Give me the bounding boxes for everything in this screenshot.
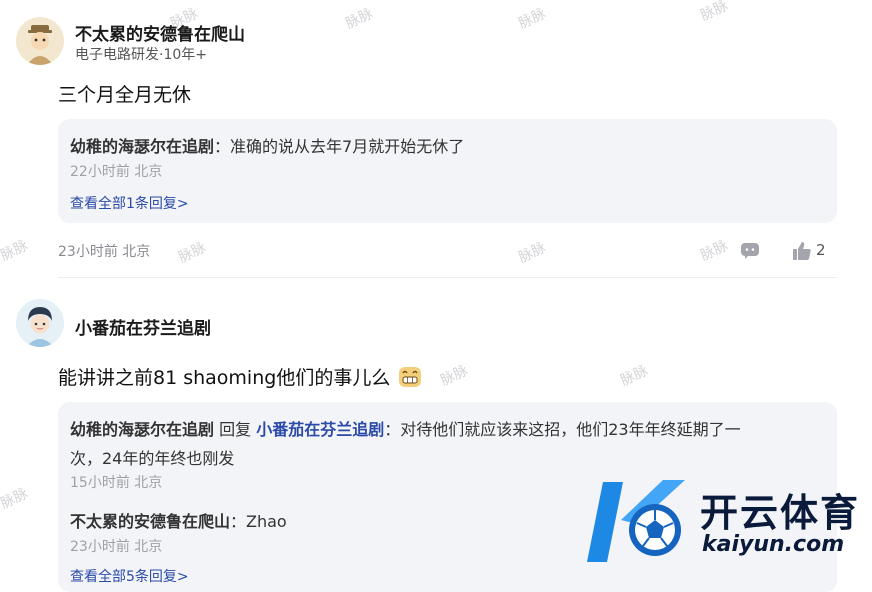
watermark: 脉脉 bbox=[0, 237, 31, 265]
reply-text: ：准确的说从去年7月就开始无休了 bbox=[214, 137, 465, 156]
reply-text: ：对待他们就应该来这招，他们23年年终延期了一 bbox=[384, 420, 741, 439]
author-name[interactable]: 小番茄在芬兰追剧 bbox=[75, 314, 211, 339]
thumbs-up-icon[interactable] bbox=[792, 241, 812, 265]
divider bbox=[58, 277, 837, 278]
like-count: 2 bbox=[816, 241, 826, 259]
view-all-replies-link[interactable]: 查看全部1条回复> bbox=[70, 193, 189, 213]
author-title: 电子电路研发·10年+ bbox=[75, 47, 207, 63]
reply-author[interactable]: 幼稚的海瑟尔在追剧 bbox=[70, 420, 214, 439]
avatar[interactable] bbox=[16, 17, 64, 65]
watermark: 脉脉 bbox=[0, 485, 31, 513]
reply-author[interactable]: 幼稚的海瑟尔在追剧 bbox=[70, 137, 214, 156]
kaiyun-logo-icon bbox=[585, 472, 695, 576]
watermark: 脉脉 bbox=[618, 362, 651, 390]
watermark: 脉脉 bbox=[438, 362, 471, 390]
comment-icon[interactable] bbox=[740, 242, 760, 264]
watermark: 脉脉 bbox=[343, 5, 376, 33]
reply-word: 回复 bbox=[214, 420, 257, 439]
brand-url: kaiyun.com bbox=[702, 532, 845, 557]
brand-name: 开云体育 bbox=[700, 491, 861, 535]
reply-box: 幼稚的海瑟尔在追剧：准确的说从去年7月就开始无休了 22小时前 北京 查看全部1… bbox=[58, 119, 837, 223]
reply-text: ：Zhao bbox=[230, 512, 287, 531]
watermark: 脉脉 bbox=[516, 239, 549, 267]
watermark: 脉脉 bbox=[698, 237, 731, 265]
comment-text-content: 能讲讲之前81 shaoming他们的事儿么 bbox=[58, 367, 391, 389]
reply-target[interactable]: 小番茄在芬兰追剧 bbox=[256, 420, 384, 439]
reply-meta: 22小时前 北京 bbox=[70, 164, 163, 180]
reply-text-continued: 次，24年的年终也刚发 bbox=[70, 449, 235, 468]
watermark: 脉脉 bbox=[698, 0, 731, 25]
author-name[interactable]: 不太累的安德鲁在爬山 bbox=[75, 20, 245, 45]
comment-text: 三个月全月无休 bbox=[58, 84, 192, 106]
watermark: 脉脉 bbox=[516, 5, 549, 33]
reply-meta: 23小时前 北京 bbox=[70, 539, 163, 555]
reply-line: 幼稚的海瑟尔在追剧 回复 小番茄在芬兰追剧：对待他们就应该来这招，他们23年年终… bbox=[70, 416, 741, 440]
comment-text: 能讲讲之前81 shaoming他们的事儿么 bbox=[58, 363, 422, 393]
comment-meta: 23小时前 北京 bbox=[58, 244, 151, 260]
grinning-emoji-icon bbox=[398, 366, 422, 393]
view-all-replies-link[interactable]: 查看全部5条回复> bbox=[70, 566, 189, 586]
watermark: 脉脉 bbox=[176, 239, 209, 267]
reply-line: 不太累的安德鲁在爬山：Zhao bbox=[70, 508, 287, 532]
reply-line: 幼稚的海瑟尔在追剧：准确的说从去年7月就开始无休了 bbox=[70, 133, 464, 157]
reply-meta: 15小时前 北京 bbox=[70, 475, 163, 491]
reply-author[interactable]: 不太累的安德鲁在爬山 bbox=[70, 512, 230, 531]
avatar[interactable] bbox=[16, 299, 64, 347]
